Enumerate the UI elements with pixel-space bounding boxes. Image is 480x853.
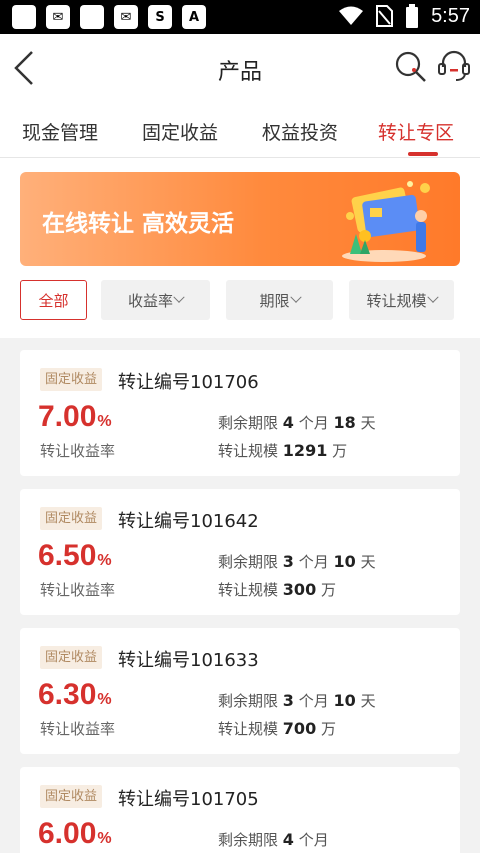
rate-value: 6.00% xyxy=(38,817,112,851)
transfer-scale: 转让规模 1291 万 xyxy=(218,441,348,460)
product-card[interactable]: 固定收益 转让编号101642 6.50% 转让收益率 剩余期限 3 个月 10… xyxy=(20,489,460,615)
top-bar: 产品 xyxy=(0,34,480,100)
product-title: 转让编号101706 xyxy=(118,372,259,393)
filter-rate-dropdown[interactable]: 收益率 xyxy=(101,280,210,320)
product-title: 转让编号101633 xyxy=(118,650,259,671)
product-card[interactable]: 固定收益 转让编号101705 6.00% 剩余期限 4 个月 xyxy=(20,767,460,853)
tab-cash-management[interactable]: 现金管理 xyxy=(22,118,98,145)
product-title: 转让编号101705 xyxy=(118,789,259,810)
remaining-term: 剩余期限 4 个月 18 天 xyxy=(218,413,376,432)
promo-banner[interactable]: 在线转让 高效灵活 xyxy=(20,172,460,266)
mail-icon: ✉ xyxy=(46,5,70,29)
banner-section: 在线转让 高效灵活 全部 收益率 期限 转让规模 xyxy=(0,158,480,338)
coin-card-illustration-icon xyxy=(342,181,430,262)
a-app-icon: A xyxy=(182,5,206,29)
rate-value: 6.30% xyxy=(38,678,112,712)
square-icon xyxy=(80,5,104,29)
mail-icon: ✉ xyxy=(114,5,138,29)
rate-number: 6.00 xyxy=(38,817,97,850)
transfer-scale: 转让规模 700 万 xyxy=(218,719,336,738)
rate-label: 转让收益率 xyxy=(40,442,116,460)
status-bar: ✉ ✉ S A 5:57 xyxy=(0,0,480,34)
category-tag: 固定收益 xyxy=(40,785,103,808)
chevron-down-icon xyxy=(289,291,302,303)
remaining-term: 剩余期限 3 个月 10 天 xyxy=(218,691,376,710)
battery-icon xyxy=(406,4,419,28)
search-icon xyxy=(395,51,426,82)
tab-equity-investment[interactable]: 权益投资 xyxy=(262,118,338,145)
percent-sign: % xyxy=(97,413,112,430)
filter-term-dropdown[interactable]: 期限 xyxy=(226,280,333,320)
percent-sign: % xyxy=(97,552,112,569)
filter-scale-label: 转让规模 xyxy=(366,291,427,310)
filter-rate-label: 收益率 xyxy=(127,291,173,310)
remaining-term: 剩余期限 4 个月 xyxy=(218,830,329,849)
rate-label: 转让收益率 xyxy=(40,581,116,599)
rate-value: 7.00% xyxy=(38,400,112,434)
banner-text: 在线转让 高效灵活 xyxy=(42,211,235,237)
tab-transfer-zone[interactable]: 转让专区 xyxy=(378,118,454,145)
search-button[interactable] xyxy=(394,50,428,84)
filter-scale-dropdown[interactable]: 转让规模 xyxy=(349,280,454,320)
rate-label: 转让收益率 xyxy=(40,720,116,738)
filter-all-button[interactable]: 全部 xyxy=(20,280,87,320)
wifi-icon xyxy=(339,6,364,25)
product-card[interactable]: 固定收益 转让编号101633 6.30% 转让收益率 剩余期限 3 个月 10… xyxy=(20,628,460,754)
transfer-scale: 转让规模 300 万 xyxy=(218,580,336,599)
chevron-down-icon xyxy=(426,291,439,303)
filter-term-label: 期限 xyxy=(259,291,290,310)
rate-value: 6.50% xyxy=(38,539,112,573)
product-title: 转让编号101642 xyxy=(118,511,259,532)
percent-sign: % xyxy=(97,830,112,847)
headset-icon xyxy=(438,50,470,81)
active-tab-indicator xyxy=(408,152,438,156)
s-app-icon: S xyxy=(148,5,172,29)
rate-number: 7.00 xyxy=(38,400,97,433)
rate-number: 6.50 xyxy=(38,539,97,572)
category-tag: 固定收益 xyxy=(40,646,103,669)
tab-fixed-income[interactable]: 固定收益 xyxy=(142,118,218,145)
category-tag: 固定收益 xyxy=(40,368,103,391)
rate-number: 6.30 xyxy=(38,678,97,711)
no-sim-icon xyxy=(376,5,394,27)
category-tabs: 现金管理 固定收益 权益投资 转让专区 xyxy=(0,100,480,158)
chevron-down-icon xyxy=(173,291,185,303)
percent-sign: % xyxy=(97,691,112,708)
status-time: 5:57 xyxy=(431,4,470,27)
remaining-term: 剩余期限 3 个月 10 天 xyxy=(218,552,376,571)
square-icon xyxy=(12,5,36,29)
customer-service-button[interactable] xyxy=(436,48,472,84)
category-tag: 固定收益 xyxy=(40,507,103,530)
product-card[interactable]: 固定收益 转让编号101706 7.00% 转让收益率 剩余期限 4 个月 18… xyxy=(20,350,460,476)
